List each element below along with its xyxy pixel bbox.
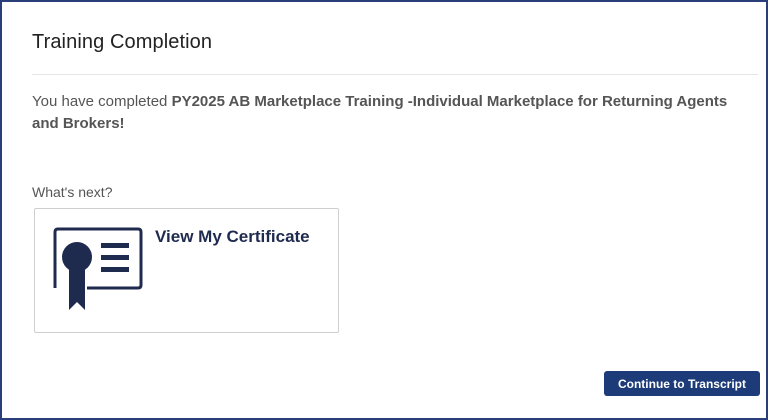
whats-next-heading: What's next? bbox=[32, 184, 113, 200]
certificate-icon bbox=[53, 227, 143, 310]
continue-to-transcript-button[interactable]: Continue to Transcript bbox=[604, 371, 760, 396]
title-divider bbox=[32, 74, 758, 75]
completion-message: You have completed PY2025 AB Marketplace… bbox=[32, 91, 752, 135]
view-certificate-label: View My Certificate bbox=[155, 227, 310, 246]
completion-prefix: You have completed bbox=[32, 93, 172, 110]
training-completion-panel: Training Completion You have completed P… bbox=[0, 0, 768, 420]
view-certificate-card[interactable]: View My Certificate bbox=[34, 208, 339, 333]
page-title: Training Completion bbox=[32, 31, 213, 53]
